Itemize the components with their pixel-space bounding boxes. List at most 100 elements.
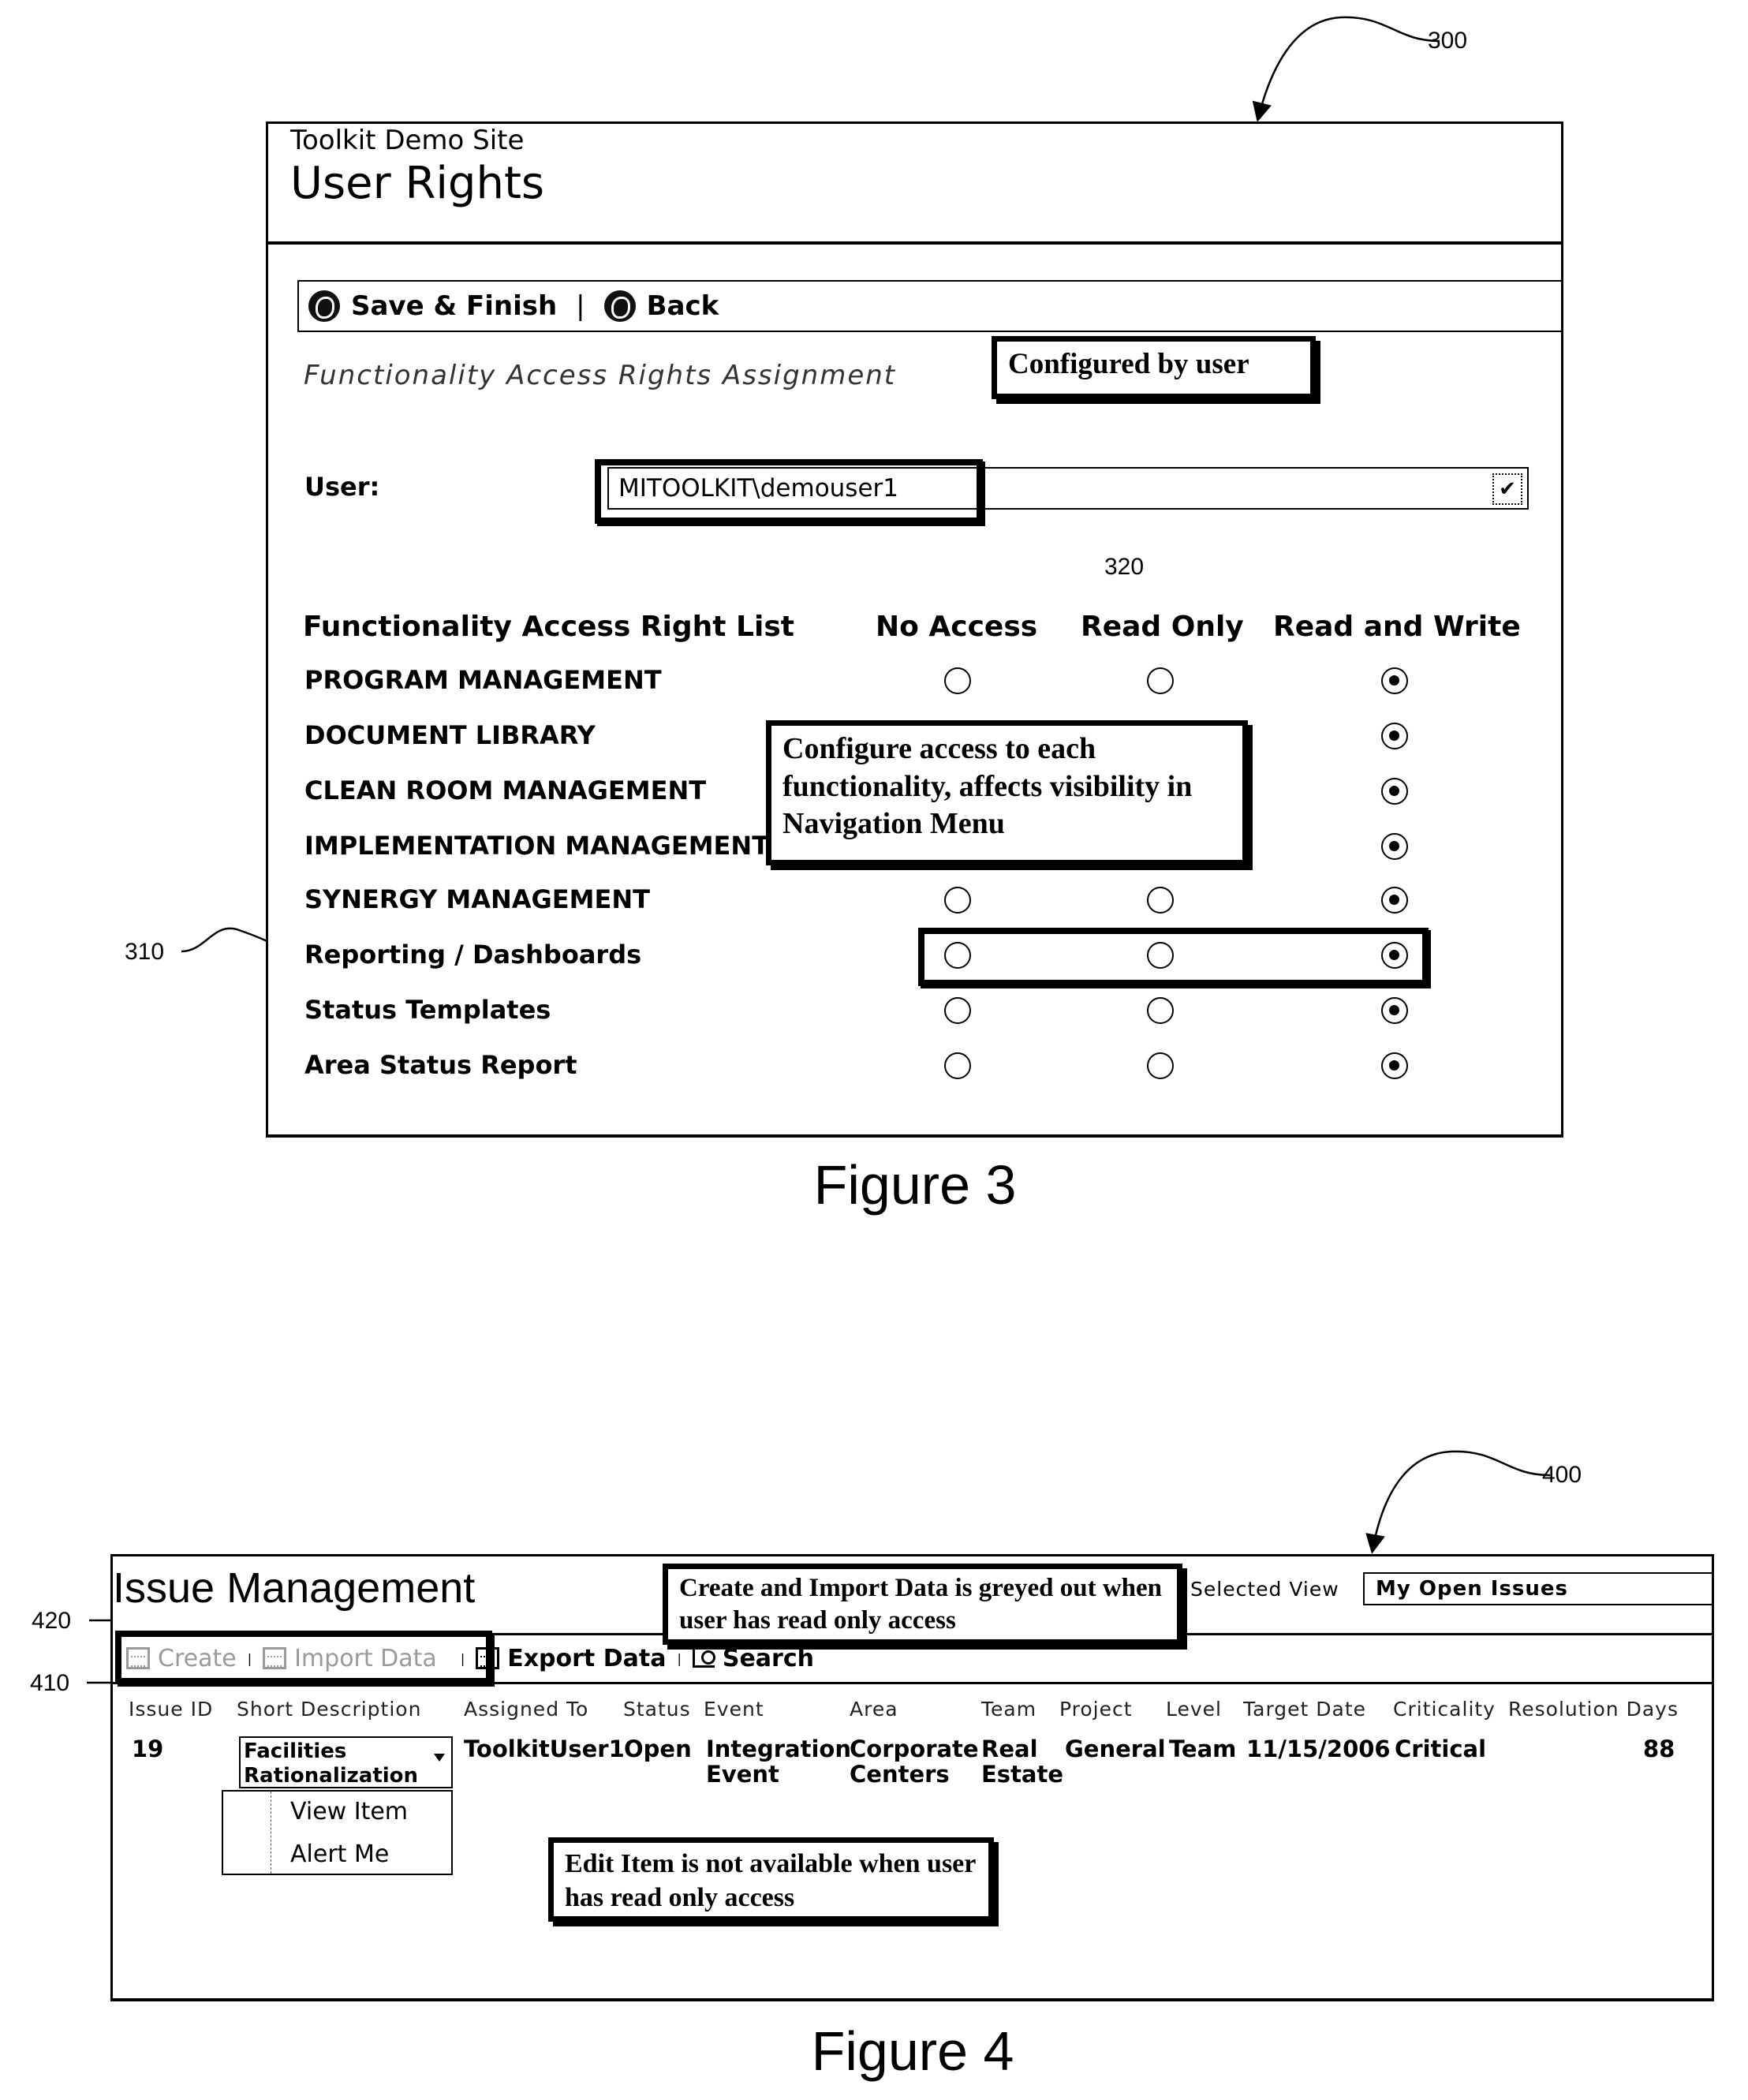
column-header[interactable]: Target Date bbox=[1243, 1698, 1366, 1721]
selected-view-label: Selected View bbox=[1190, 1578, 1339, 1601]
chevron-down-icon[interactable]: ✔ bbox=[1492, 473, 1522, 505]
column-header[interactable]: Short Description bbox=[237, 1698, 421, 1721]
ref-label-410: 410 bbox=[30, 1670, 70, 1696]
ref-label-400: 400 bbox=[1542, 1462, 1582, 1488]
column-header[interactable]: Event bbox=[704, 1698, 764, 1721]
cell-event-line1: Integration bbox=[706, 1736, 851, 1762]
cell-team-line1: Real bbox=[981, 1736, 1038, 1762]
ref-label-420: 420 bbox=[32, 1608, 72, 1634]
section-subtitle: Functionality Access Rights Assignment bbox=[304, 360, 897, 391]
col-header-no-access: No Access bbox=[876, 611, 1038, 643]
callout-access-text: Configure access to each functionality, … bbox=[782, 732, 1193, 840]
right-label: Area Status Report bbox=[304, 1050, 577, 1080]
cell-criticality: Critical bbox=[1395, 1736, 1487, 1762]
cell-level: Team bbox=[1169, 1736, 1237, 1762]
column-header[interactable]: Project bbox=[1059, 1698, 1133, 1721]
radio-read-write[interactable] bbox=[1381, 723, 1408, 749]
selected-view-select[interactable]: My Open Issues bbox=[1363, 1572, 1714, 1605]
column-header[interactable]: Team bbox=[981, 1698, 1036, 1721]
ref-label-300: 300 bbox=[1428, 28, 1468, 54]
header-divider bbox=[266, 241, 1563, 245]
col-header-read-only: Read Only bbox=[1081, 611, 1244, 643]
callout-greyed-out: Create and Import Data is greyed out whe… bbox=[663, 1564, 1182, 1645]
short-description-line2: Rationalization bbox=[244, 1764, 419, 1788]
radio-read-write[interactable] bbox=[1381, 1052, 1408, 1079]
cell-status: Open bbox=[624, 1736, 692, 1762]
radio-no-access[interactable] bbox=[944, 1052, 971, 1079]
radio-no-access[interactable] bbox=[944, 887, 971, 914]
cell-area-line2: Centers bbox=[850, 1761, 950, 1788]
toolbar-separator: | bbox=[576, 290, 585, 322]
export-data-label: Export Data bbox=[507, 1644, 667, 1672]
cell-team-line2: Estate bbox=[981, 1761, 1064, 1788]
short-description-dropdown[interactable]: Facilities Rationalization bbox=[239, 1736, 453, 1788]
column-header[interactable]: Resolution Days bbox=[1508, 1698, 1679, 1721]
radio-read-only[interactable] bbox=[1147, 887, 1174, 914]
column-header[interactable]: Area bbox=[850, 1698, 898, 1721]
item-context-menu: View Item Alert Me bbox=[222, 1790, 453, 1875]
ref-400-leader bbox=[1365, 1450, 1551, 1554]
radio-read-only[interactable] bbox=[1147, 997, 1174, 1024]
cell-area-line1: Corporate bbox=[850, 1736, 979, 1762]
back-button[interactable]: Back bbox=[647, 290, 719, 322]
right-label: CLEAN ROOM MANAGEMENT bbox=[304, 775, 707, 805]
radio-no-access[interactable] bbox=[944, 997, 971, 1024]
ref-label-310: 310 bbox=[125, 939, 165, 965]
callout-configure-access: Configure access to each functionality, … bbox=[766, 720, 1248, 865]
ref-label-320: 320 bbox=[1104, 554, 1145, 580]
radio-no-access[interactable] bbox=[944, 667, 971, 694]
save-finish-button[interactable]: Save & Finish bbox=[351, 290, 557, 322]
column-header[interactable]: Status bbox=[623, 1698, 691, 1721]
cell-issue-id[interactable]: 19 bbox=[132, 1736, 163, 1762]
right-label: Status Templates bbox=[304, 995, 551, 1025]
cell-resolution-days: 88 bbox=[1643, 1736, 1675, 1762]
figure-4-caption: Figure 4 bbox=[811, 2020, 1014, 2082]
cell-project: General bbox=[1065, 1736, 1166, 1762]
reporting-row-highlight bbox=[918, 928, 1429, 986]
rights-toolbar: Save & Finish | Back bbox=[297, 280, 1563, 332]
disabled-actions-highlight bbox=[115, 1631, 492, 1684]
right-label: Reporting / Dashboards bbox=[304, 940, 642, 970]
col-header-read-write: Read and Write bbox=[1273, 611, 1521, 643]
issue-management-title: Issue Management bbox=[113, 1564, 476, 1612]
menu-item-alert-me[interactable]: Alert Me bbox=[290, 1840, 389, 1868]
back-globe-icon bbox=[603, 290, 636, 322]
col-header-list: Functionality Access Right List bbox=[303, 611, 794, 643]
callout-configured-text: Configured by user bbox=[1008, 348, 1249, 380]
dropdown-caret-icon[interactable] bbox=[434, 1754, 445, 1762]
user-select-highlight bbox=[595, 459, 983, 524]
page-title: User Rights bbox=[290, 158, 545, 209]
radio-read-write[interactable] bbox=[1381, 833, 1408, 860]
site-name: Toolkit Demo Site bbox=[290, 125, 525, 156]
radio-read-only[interactable] bbox=[1147, 1052, 1174, 1079]
column-header[interactable]: Level bbox=[1166, 1698, 1222, 1721]
toolbar-separator: | bbox=[677, 1650, 682, 1666]
right-label: SYNERGY MANAGEMENT bbox=[304, 884, 650, 914]
radio-read-write[interactable] bbox=[1381, 778, 1408, 805]
radio-read-only[interactable] bbox=[1147, 667, 1174, 694]
selected-view-value: My Open Issues bbox=[1376, 1577, 1569, 1601]
right-label: IMPLEMENTATION MANAGEMENT bbox=[304, 831, 770, 861]
callout-greyed-text: Create and Import Data is greyed out whe… bbox=[679, 1574, 1162, 1635]
column-header[interactable]: Criticality bbox=[1393, 1698, 1496, 1721]
radio-read-write[interactable] bbox=[1381, 667, 1408, 694]
column-header[interactable]: Assigned To bbox=[464, 1698, 588, 1721]
search-label: Search bbox=[722, 1644, 814, 1672]
search-icon bbox=[692, 1649, 715, 1668]
cell-event-line2: Event bbox=[706, 1761, 779, 1788]
right-label: DOCUMENT LIBRARY bbox=[304, 720, 596, 750]
ref-300-leader bbox=[1252, 16, 1440, 122]
cell-assigned-to: ToolkitUser1 bbox=[464, 1736, 625, 1762]
callout-edit-item: Edit Item is not available when user has… bbox=[548, 1837, 994, 1922]
cell-target-date: 11/15/2006 bbox=[1246, 1736, 1391, 1762]
column-header[interactable]: Issue ID bbox=[129, 1698, 213, 1721]
radio-read-write[interactable] bbox=[1381, 997, 1408, 1024]
search-button[interactable]: Search bbox=[692, 1644, 814, 1672]
save-globe-icon bbox=[308, 290, 340, 322]
callout-configured-by-user: Configured by user bbox=[992, 336, 1316, 399]
user-label: User: bbox=[304, 472, 380, 502]
menu-item-view-item[interactable]: View Item bbox=[290, 1798, 408, 1825]
right-label: PROGRAM MANAGEMENT bbox=[304, 665, 662, 695]
export-data-button[interactable]: Export Data bbox=[476, 1645, 666, 1672]
radio-read-write[interactable] bbox=[1381, 887, 1408, 914]
